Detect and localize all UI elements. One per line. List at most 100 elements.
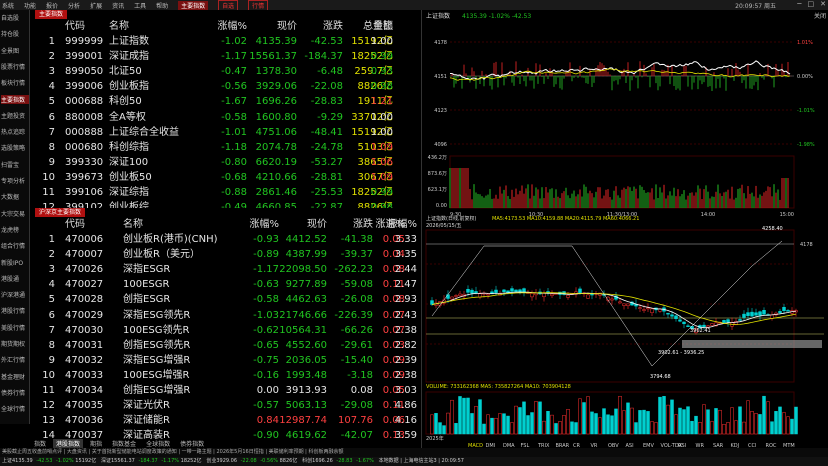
table-row[interactable]: 9 470032 深指ESG增强R -0.75 2036.05 -15.40 0.09 2.3…	[31, 353, 421, 368]
sidebar-item[interactable]: 自选股	[1, 13, 29, 22]
candle-body	[466, 288, 470, 293]
sidebar-item[interactable]: 股票行情	[1, 62, 29, 71]
table-row[interactable]: 1 999999 上证指数 -1.02 4135.39 -42.53 15192亿 1.00	[31, 34, 421, 49]
table-row[interactable]: 2 470007 创业板R（美元） -0.89 4387.99 -39.37 0.04 3.3…	[31, 247, 421, 262]
sidebar-item[interactable]: 龙虎榜	[1, 225, 29, 234]
sidebar-item[interactable]: 大数据	[1, 192, 29, 201]
column-header[interactable]: 振幅%	[371, 217, 417, 232]
menu-item[interactable]: 报价	[46, 1, 58, 10]
table-row[interactable]: 12 470035 深证光伏R -0.57 5063.13 -29.08 0.11 4.86	[31, 398, 421, 413]
sidebar-item[interactable]: 主要指数	[1, 94, 29, 104]
volume-profile-band	[682, 340, 822, 348]
sidebar-item[interactable]: 专项分析	[1, 176, 29, 185]
table-row[interactable]: 7 000888 上证综合全收益 -1.01 4751.06 -48.41 15192亿 1.…	[31, 125, 421, 140]
table-cell: 4	[48, 279, 55, 291]
table-row[interactable]: 5 470028 创指ESGR -0.58 4462.63 -26.08 0.08 2.93	[31, 292, 421, 307]
kline-volume-bar	[562, 415, 566, 435]
bottom-tab[interactable]: 港股指数	[53, 439, 84, 448]
candle-body	[742, 313, 746, 318]
menu-item[interactable]: 帮助	[156, 1, 168, 10]
sidebar-item[interactable]: 美股行情	[1, 323, 29, 332]
table-row[interactable]: 8 000680 科创综指 -1.18 2074.78 -24.78 5103亿 1.09	[31, 140, 421, 155]
minimize-icon[interactable]: ─	[797, 0, 801, 8]
bottom-tab[interactable]: 指数基金	[109, 439, 139, 448]
table-row[interactable]: 3 470026 深指ESGR -1.17 22098.50 -262.23 0.08 2.4…	[31, 262, 421, 277]
candle-body	[646, 307, 650, 310]
sidebar-item[interactable]: 外汇行情	[1, 355, 29, 364]
menu-brand-2[interactable]: 行情	[248, 0, 269, 11]
table-cell: 3913.93	[285, 385, 327, 396]
sidebar: 自选股持仓股全景图股票行情板块行情主要指数主题投资热点追踪选股策略扫雷宝专项分析…	[0, 10, 30, 424]
bottom-tab[interactable]: 债券指数	[177, 439, 207, 448]
table-row[interactable]: 8 470031 创指ESG领先R -0.65 4552.60 -29.61 0.03 2.8…	[31, 338, 421, 353]
table-row[interactable]: 10 470033 100ESG增强R -0.16 1993.48 -3.18 0.09 2.…	[31, 368, 421, 383]
sidebar-item[interactable]: 基金理财	[1, 372, 29, 381]
column-header[interactable]: 涨幅%	[193, 19, 247, 34]
table-row[interactable]: 11 399106 深证综指 -0.88 2861.46 -25.53 18252亿 0.99	[31, 185, 421, 200]
kline-volume-bar	[430, 414, 434, 435]
column-header[interactable]: 代码	[65, 19, 115, 34]
column-header[interactable]: 现价	[269, 217, 327, 232]
sidebar-item[interactable]: 持仓股	[1, 29, 29, 38]
table-row[interactable]: 1 470006 创业板R(港币)(CNH) -0.93 4412.52 -41.38 0.…	[31, 232, 421, 247]
menu-item[interactable]: 扩展	[90, 1, 102, 10]
table-row[interactable]: 13 470036 深证储能R 0.84 12987.74 107.76 0.06 4.16	[31, 413, 421, 428]
menu-brand[interactable]: 自选	[218, 0, 239, 11]
menu-active-tab[interactable]: 主要指数	[178, 0, 209, 10]
sidebar-item[interactable]: 扫雷宝	[1, 160, 29, 169]
table-row[interactable]: 6 880008 全A等权 -0.58 1600.80 -9.29 33702亿 1.00	[31, 110, 421, 125]
column-header[interactable]: 涨跌	[293, 19, 343, 34]
kline-volume-bar	[582, 402, 586, 435]
close-icon[interactable]: ✕	[820, 0, 826, 8]
sidebar-item[interactable]: 沪深港通	[1, 290, 29, 299]
menu-item[interactable]: 分析	[68, 1, 80, 10]
table-row[interactable]: 4 470027 100ESGR -0.63 9277.89 -59.08 0.11 2.47	[31, 277, 421, 292]
maximize-icon[interactable]: □	[808, 0, 815, 8]
column-header[interactable]: 代码	[65, 217, 115, 232]
y-tick-label: 4178	[434, 40, 447, 46]
sidebar-item[interactable]: 全球行情	[1, 404, 29, 413]
table-row[interactable]: 6 470029 深指ESG领先R -1.03 21746.66 -226.39 0.07 2…	[31, 308, 421, 323]
table-cell: 1.21	[370, 96, 393, 108]
sidebar-item[interactable]: 大宗交易	[1, 209, 29, 218]
menu-item[interactable]: 功能	[24, 1, 36, 10]
close-chart-button[interactable]: 关闭	[814, 12, 826, 20]
table-cell: -1.02	[221, 36, 247, 47]
sidebar-item[interactable]: 新股IPO	[1, 258, 29, 267]
sidebar-item[interactable]: 港股通	[1, 274, 29, 283]
tab-sector-index[interactable]: 沪深京主要指数	[35, 208, 86, 217]
table-row[interactable]: 9 399330 深证100 -0.80 6620.19 -53.27 3865亿 1.06	[31, 155, 421, 170]
table-row[interactable]: 4 399006 创业板指 -0.56 3929.06 -22.08 8826亿 0.98	[31, 79, 421, 94]
table-row[interactable]: 2 399001 深证成指 -1.17 15561.37 -184.37 18252亿 0.9…	[31, 49, 421, 64]
sidebar-item[interactable]: 全景图	[1, 46, 29, 55]
table-cell: 8	[48, 141, 55, 153]
sidebar-item[interactable]: 选股策略	[1, 143, 29, 152]
column-header[interactable]: 名称	[109, 19, 199, 34]
sidebar-item[interactable]: 港股行情	[1, 306, 29, 315]
menu-item[interactable]: 工具	[134, 1, 146, 10]
chart-area: 上证指数 4135.39 -1.02% -42.53 关闭 4178 1.01% 4151…	[421, 10, 828, 449]
bottom-tab[interactable]: 期指	[87, 439, 105, 448]
sidebar-item[interactable]: 组合行情	[1, 241, 29, 250]
kline-volume-bar	[478, 399, 482, 435]
kline-volume-bar	[766, 401, 770, 435]
sidebar-item[interactable]: 主题投资	[1, 111, 29, 120]
tab-main-index[interactable]: 主要指数	[35, 10, 68, 19]
sidebar-item[interactable]: 热点追踪	[1, 127, 29, 136]
news-ticker[interactable]: 美股截止周五收盘前哨点评 | 大盘资讯 | 关于首批新型储能电站调度政策的通知 …	[0, 448, 828, 457]
column-header[interactable]: 现价	[241, 19, 297, 34]
table-row[interactable]: 10 399673 创业板50 -0.68 4210.66 -28.81 3067亿 1.09	[31, 170, 421, 185]
status-kc: 科创1696.26	[302, 458, 333, 464]
table-row[interactable]: 7 470030 100ESG领先R -0.62 10564.31 -66.26 0.07 2…	[31, 323, 421, 338]
table-row[interactable]: 5 000688 科创50 -1.67 1696.26 -28.83 1911亿 1.21	[31, 94, 421, 109]
bottom-tab[interactable]: 全球指数	[143, 439, 173, 448]
sidebar-item[interactable]: 板块行情	[1, 78, 29, 87]
sidebar-item[interactable]: 期货期权	[1, 339, 29, 348]
table-row[interactable]: 11 470034 创指ESG增强R 0.00 3913.93 0.08 0.05 3.03	[31, 383, 421, 398]
column-header[interactable]: 量比	[361, 19, 393, 34]
table-row[interactable]: 3 899050 北证50 -0.47 1378.30 -6.48 259.7亿 0.93	[31, 64, 421, 79]
menu-item[interactable]: 系统	[2, 1, 14, 10]
bottom-tab[interactable]: 指数	[31, 439, 49, 448]
sidebar-item[interactable]: 债券行情	[1, 388, 29, 397]
menu-item[interactable]: 资讯	[112, 1, 124, 10]
